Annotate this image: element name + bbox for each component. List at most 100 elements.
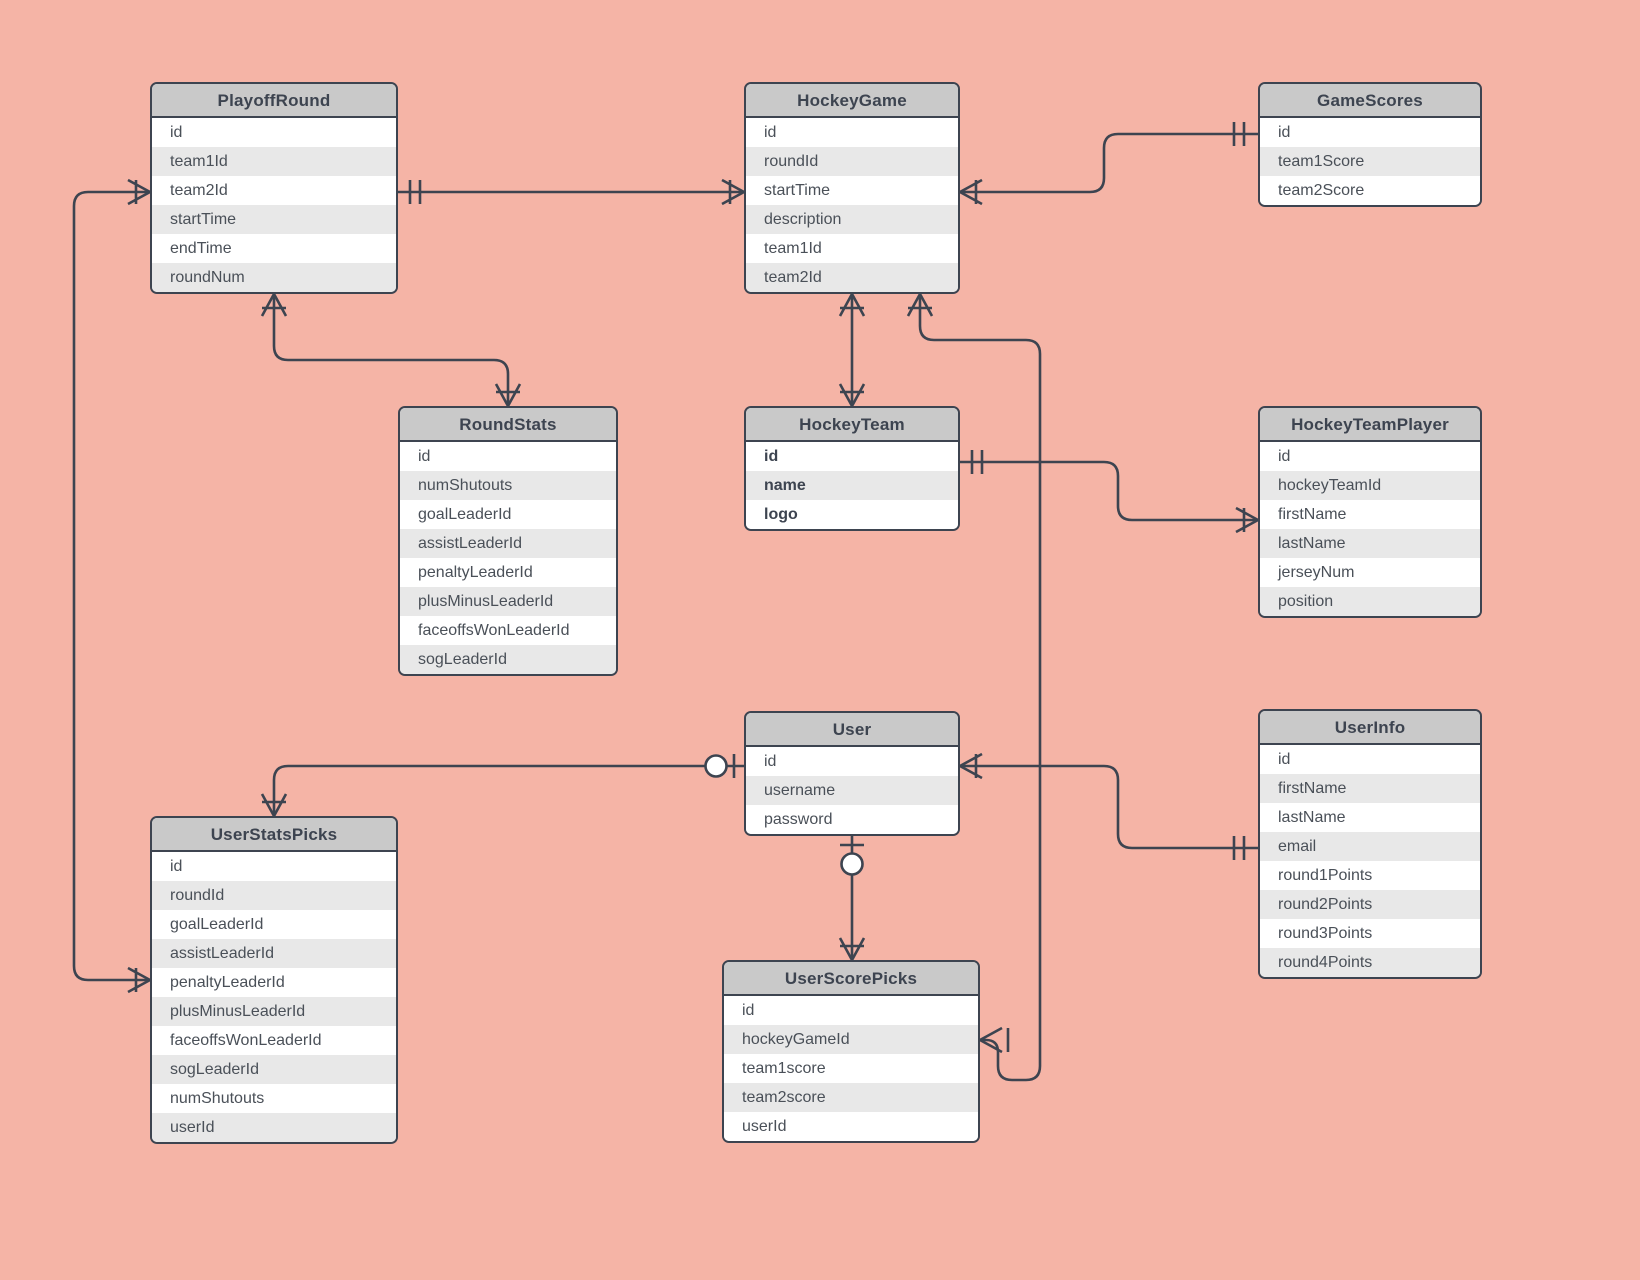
- marker-one-one-gamescores: [1232, 122, 1246, 146]
- attribute-row: round3Points: [1260, 919, 1480, 948]
- attribute-row: assistLeaderId: [152, 939, 396, 968]
- marker-crow-playoffround-left: [127, 178, 151, 206]
- attribute-row: startTime: [746, 176, 958, 205]
- attribute-row: team2Id: [152, 176, 396, 205]
- marker-crow-hockeygame-bottom2: [906, 293, 934, 317]
- attribute-row: lastName: [1260, 803, 1480, 832]
- attribute-row: penaltyLeaderId: [152, 968, 396, 997]
- entity-user[interactable]: User id username password: [744, 711, 960, 836]
- attribute-row: plusMinusLeaderId: [400, 587, 616, 616]
- marker-crow-userscorepicks-top: [838, 937, 866, 961]
- attribute-row: sogLeaderId: [400, 645, 616, 674]
- attribute-row: id: [1260, 745, 1480, 774]
- attribute-row: team2score: [724, 1083, 978, 1112]
- edge-playoffround-roundstats: [272, 294, 510, 406]
- attribute-row: position: [1260, 587, 1480, 616]
- marker-one-one-userinfo: [1232, 836, 1246, 860]
- marker-zero-user-left: [704, 754, 728, 778]
- attribute-row: round2Points: [1260, 890, 1480, 919]
- edge-playoffround-userstatspicks: [72, 190, 150, 982]
- attribute-row: team1Id: [746, 234, 958, 263]
- attribute-row: roundId: [746, 147, 958, 176]
- attribute-row: sogLeaderId: [152, 1055, 396, 1084]
- marker-zero-user-bottom: [840, 852, 864, 876]
- entity-userinfo[interactable]: UserInfo id firstName lastName email rou…: [1258, 709, 1482, 979]
- attribute-row: id: [1260, 118, 1480, 147]
- attribute-row: name: [746, 471, 958, 500]
- entity-title: UserInfo: [1260, 711, 1480, 745]
- attribute-row: startTime: [152, 205, 396, 234]
- attribute-row: id: [746, 747, 958, 776]
- marker-crow-userstatspicks-top: [260, 793, 288, 817]
- attribute-row: userId: [152, 1113, 396, 1142]
- entity-gamescores[interactable]: GameScores id team1Score team2Score: [1258, 82, 1482, 207]
- edge-hockeyteam-hockeyteamplayer: [960, 460, 1258, 522]
- marker-crow-roundstats-top: [494, 383, 522, 407]
- attribute-row: id: [724, 996, 978, 1025]
- entity-userstatspicks[interactable]: UserStatsPicks id roundId goalLeaderId a…: [150, 816, 398, 1144]
- attribute-row: id: [746, 442, 958, 471]
- attribute-row: id: [152, 852, 396, 881]
- entity-title: HockeyTeamPlayer: [1260, 408, 1480, 442]
- marker-one-one-playoffround: [408, 180, 422, 204]
- attribute-row: firstName: [1260, 500, 1480, 529]
- entity-title: UserStatsPicks: [152, 818, 396, 852]
- entity-hockeyteam[interactable]: HockeyTeam id name logo: [744, 406, 960, 531]
- attribute-row: logo: [746, 500, 958, 529]
- marker-crow-userstatspicks-left: [127, 966, 151, 994]
- attribute-row: userId: [724, 1112, 978, 1141]
- attribute-row: description: [746, 205, 958, 234]
- entity-hockeygame[interactable]: HockeyGame id roundId startTime descript…: [744, 82, 960, 294]
- attribute-row: id: [746, 118, 958, 147]
- attribute-row: team1Score: [1260, 147, 1480, 176]
- marker-crow-hockeygame-right: [959, 178, 983, 206]
- marker-one-one-hockeyteam: [970, 450, 984, 474]
- entity-hockeyteamplayer[interactable]: HockeyTeamPlayer id hockeyTeamId firstNa…: [1258, 406, 1482, 618]
- attribute-row: round1Points: [1260, 861, 1480, 890]
- entity-title: HockeyGame: [746, 84, 958, 118]
- attribute-row: team2Score: [1260, 176, 1480, 205]
- entity-title: RoundStats: [400, 408, 616, 442]
- attribute-row: assistLeaderId: [400, 529, 616, 558]
- marker-crow-userscorepicks-right: [979, 1026, 1010, 1054]
- attribute-row: penaltyLeaderId: [400, 558, 616, 587]
- attribute-row: roundId: [152, 881, 396, 910]
- attribute-row: password: [746, 805, 958, 834]
- attribute-row: plusMinusLeaderId: [152, 997, 396, 1026]
- attribute-row: goalLeaderId: [400, 500, 616, 529]
- er-diagram-canvas: PlayoffRound id team1Id team2Id startTim…: [0, 0, 1640, 1280]
- attribute-row: hockeyTeamId: [1260, 471, 1480, 500]
- entity-roundstats[interactable]: RoundStats id numShutouts goalLeaderId a…: [398, 406, 618, 676]
- entity-playoffround[interactable]: PlayoffRound id team1Id team2Id startTim…: [150, 82, 398, 294]
- edge-user-userinfo: [960, 764, 1258, 850]
- attribute-row: firstName: [1260, 774, 1480, 803]
- marker-crow-hockeygame-left: [721, 178, 745, 206]
- attribute-row: numShutouts: [400, 471, 616, 500]
- edge-hockeygame-gamescores: [960, 132, 1258, 194]
- entity-title: UserScorePicks: [724, 962, 978, 996]
- attribute-row: round4Points: [1260, 948, 1480, 977]
- attribute-row: team1score: [724, 1054, 978, 1083]
- attribute-row: jerseyNum: [1260, 558, 1480, 587]
- marker-crow-playoffround-bottom: [260, 293, 288, 317]
- edge-user-userstatspicks: [272, 764, 744, 816]
- attribute-row: faceoffsWonLeaderId: [152, 1026, 396, 1055]
- entity-title: HockeyTeam: [746, 408, 958, 442]
- attribute-row: goalLeaderId: [152, 910, 396, 939]
- attribute-row: roundNum: [152, 263, 396, 292]
- entity-title: PlayoffRound: [152, 84, 396, 118]
- entity-title: GameScores: [1260, 84, 1480, 118]
- attribute-row: lastName: [1260, 529, 1480, 558]
- entity-title: User: [746, 713, 958, 747]
- entity-userscorepicks[interactable]: UserScorePicks id hockeyGameId team1scor…: [722, 960, 980, 1143]
- attribute-row: username: [746, 776, 958, 805]
- attribute-row: endTime: [152, 234, 396, 263]
- attribute-row: team1Id: [152, 147, 396, 176]
- marker-crow-hockeygame-bottom1: [838, 293, 866, 317]
- attribute-row: team2Id: [746, 263, 958, 292]
- attribute-row: hockeyGameId: [724, 1025, 978, 1054]
- attribute-row: numShutouts: [152, 1084, 396, 1113]
- attribute-row: id: [1260, 442, 1480, 471]
- attribute-row: email: [1260, 832, 1480, 861]
- marker-crow-hockeyteamplayer-left: [1235, 506, 1259, 534]
